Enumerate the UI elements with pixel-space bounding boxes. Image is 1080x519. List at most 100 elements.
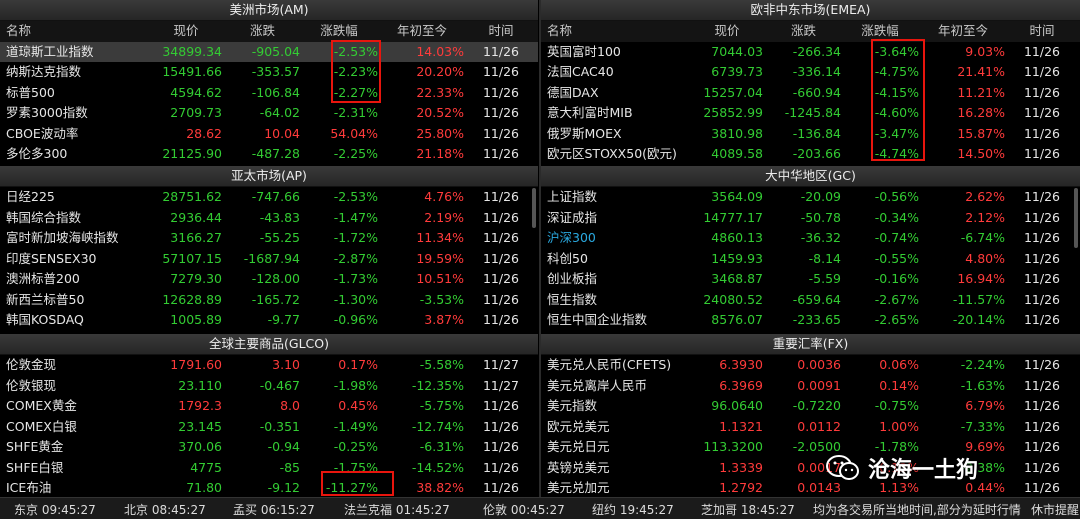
table-row[interactable]: 富时新加坡海峡指数 3166.27 -55.25 -1.72% 11.34% 11/26	[0, 228, 538, 249]
table-row[interactable]: 美元兑加元 1.2792 0.0143 1.13% 0.44% 11/26	[541, 478, 1080, 496]
cell-time: 11/26	[482, 189, 520, 204]
table-row[interactable]: 标普500 4594.62 -106.84 -2.27% 22.33% 11/26	[0, 83, 538, 104]
cell-name: 新西兰标普50	[6, 291, 85, 307]
cell-name: SHFE白银	[6, 459, 64, 475]
status-note: 均为各交易所当地时间,部分为延时行情	[813, 503, 1021, 517]
column-header-chg[interactable]: 涨跌	[225, 21, 300, 42]
cell-price: 4775	[190, 459, 222, 475]
table-row[interactable]: 创业板指 3468.87 -5.59 -0.16% 16.94% 11/26	[541, 269, 1080, 290]
panel-title: 重要汇率(FX)	[541, 334, 1080, 355]
market-closed-link[interactable]: 休市提醒	[1031, 501, 1079, 518]
column-header-time[interactable]: 时间	[1009, 21, 1075, 42]
column-header-price[interactable]: 现价	[150, 21, 222, 42]
table-row[interactable]: 上证指数 3564.09 -20.09 -0.56% 2.62% 11/26	[541, 187, 1080, 208]
column-header-ytd[interactable]: 年初至今	[921, 21, 1005, 42]
cell-price: 23.110	[178, 377, 222, 393]
table-row[interactable]: 印度SENSEX30 57107.15 -1687.94 -2.87% 19.59% 11…	[0, 249, 538, 270]
cell-ytd: -5.58%	[419, 357, 464, 372]
cell-time: 11/26	[1023, 439, 1061, 454]
table-row[interactable]: SHFE白银 4775 -85 -1.75% -14.52% 11/26	[0, 458, 538, 479]
cell-name: 德国DAX	[547, 84, 599, 100]
cell-ytd: 2.62%	[965, 189, 1005, 204]
cell-name: 恒生中国企业指数	[547, 312, 648, 327]
table-row[interactable]: 美元兑离岸人民币 6.3969 0.0091 0.14% -1.63% 11/26	[541, 376, 1080, 397]
column-header-price[interactable]: 现价	[691, 21, 763, 42]
cell-ytd: 14.03%	[416, 43, 464, 59]
table-row[interactable]: 美元指数 96.0640 -0.7220 -0.75% 6.79% 11/26	[541, 396, 1080, 417]
table-row[interactable]: 深证成指 14777.17 -50.78 -0.34% 2.12% 11/26	[541, 208, 1080, 229]
cell-pct: -0.34%	[874, 209, 919, 225]
panel-title: 大中华地区(GC)	[541, 166, 1080, 187]
column-header-name[interactable]: 名称	[547, 21, 697, 42]
scrollbar[interactable]	[532, 188, 536, 228]
column-header-time[interactable]: 时间	[468, 21, 534, 42]
table-row[interactable]: COMEX黄金 1792.3 8.0 0.45% -5.75% 11/26	[0, 396, 538, 417]
table-row[interactable]: 欧元兑美元 1.1321 0.0112 1.00% -7.33% 11/26	[541, 417, 1080, 438]
cell-time: 11/26	[1023, 189, 1061, 204]
column-header-row: 名称 现价 涨跌 涨跌幅 年初至今 时间	[0, 21, 538, 42]
cell-chg: -165.72	[251, 291, 300, 307]
cell-chg: -353.57	[251, 64, 300, 79]
cell-time: 11/26	[482, 209, 520, 225]
cell-price: 23.145	[178, 418, 222, 434]
cell-pct: -2.53%	[333, 189, 378, 204]
table-row[interactable]: 俄罗斯MOEX 3810.98 -136.84 -3.47% 15.87% 11/26	[541, 124, 1080, 145]
panel-ap: 亚太市场(AP) 日经225 28751.62 -747.66 -2.53% 4.76%…	[0, 166, 538, 332]
table-row[interactable]: 科创50 1459.93 -8.14 -0.55% 4.80% 11/26	[541, 249, 1080, 270]
table-row[interactable]: 韩国KOSDAQ 1005.89 -9.77 -0.96% 3.87% 11/26	[0, 310, 538, 331]
table-row[interactable]: 恒生指数 24080.52 -659.64 -2.67% -11.57% 11/26	[541, 290, 1080, 311]
column-header-row: 名称 现价 涨跌 涨跌幅 年初至今 时间	[541, 21, 1080, 42]
table-row[interactable]: 恒生中国企业指数 8576.07 -233.65 -2.65% -20.14% 11/26	[541, 310, 1080, 331]
table-row[interactable]: COMEX白银 23.145 -0.351 -1.49% -12.74% 11/26	[0, 417, 538, 438]
cell-chg: 3.10	[272, 357, 300, 372]
table-row[interactable]: 伦敦金现 1791.60 3.10 0.17% -5.58% 11/27	[0, 355, 538, 376]
column-header-pct[interactable]: 涨跌幅	[300, 21, 378, 42]
table-row[interactable]: 日经225 28751.62 -747.66 -2.53% 4.76% 11/26	[0, 187, 538, 208]
table-row[interactable]: CBOE波动率 28.62 10.04 54.04% 25.80% 11/26	[0, 124, 538, 145]
table-row[interactable]: 法国CAC40 6739.73 -336.14 -4.75% 21.41% 11/26	[541, 62, 1080, 83]
cell-price: 12628.89	[162, 291, 222, 307]
table-row[interactable]: SHFE黄金 370.06 -0.94 -0.25% -6.31% 11/26	[0, 437, 538, 458]
table-row[interactable]: 美元兑人民币(CFETS) 6.3930 0.0036 0.06% -2.24% 11/2…	[541, 355, 1080, 376]
cell-ytd: 20.52%	[416, 105, 464, 120]
table-row[interactable]: 美元兑日元 113.3200 -2.0500 -1.78% 9.69% 11/26	[541, 437, 1080, 458]
cell-chg: -43.83	[259, 209, 300, 225]
cell-ytd: -5.75%	[419, 398, 464, 413]
cell-price: 2936.44	[170, 209, 222, 225]
cell-ytd: -1.63%	[960, 377, 1005, 393]
cell-time: 11/26	[1023, 377, 1061, 393]
table-row[interactable]: 英国富时100 7044.03 -266.34 -3.64% 9.03% 11/26	[541, 42, 1080, 63]
cell-chg: -233.65	[792, 312, 841, 327]
cell-pct: -1.47%	[333, 209, 378, 225]
table-row[interactable]: 多伦多300 21125.90 -487.28 -2.25% 21.18% 11/26	[0, 144, 538, 164]
column-header-ytd[interactable]: 年初至今	[380, 21, 464, 42]
table-row[interactable]: 韩国综合指数 2936.44 -43.83 -1.47% 2.19% 11/26	[0, 208, 538, 229]
cell-price: 3468.87	[711, 271, 763, 286]
table-row[interactable]: 道琼斯工业指数 34899.34 -905.04 -2.53% 14.03% 11/26	[0, 41, 538, 62]
cell-ytd: 2.19%	[424, 209, 464, 225]
table-row[interactable]: 澳洲标普200 7279.30 -128.00 -1.73% 10.51% 11/26	[0, 269, 538, 290]
cell-name: SHFE黄金	[6, 439, 64, 454]
cell-time: 11/26	[1023, 146, 1061, 161]
column-header-chg[interactable]: 涨跌	[766, 21, 841, 42]
table-row[interactable]: 伦敦银现 23.110 -0.467 -1.98% -12.35% 11/27	[0, 376, 538, 397]
cell-name: 俄罗斯MOEX	[547, 125, 622, 141]
cell-ytd: 20.20%	[416, 64, 464, 79]
table-row[interactable]: 英镑兑美元 1.3339 0.0017 0.13% -2.38% 11/26	[541, 458, 1080, 479]
table-row[interactable]: ICE布油 71.80 -9.12 -11.27% 38.82% 11/26	[0, 478, 538, 496]
table-row[interactable]: 欧元区STOXX50(欧元) 4089.58 -203.66 -4.74% 14.50%…	[541, 144, 1080, 164]
cell-name: 恒生指数	[547, 291, 598, 307]
clock-tokyo: 东京 09:45:27	[14, 503, 96, 517]
scrollbar[interactable]	[1074, 188, 1078, 248]
cell-time: 11/26	[1023, 64, 1061, 79]
cell-ytd: 6.79%	[965, 398, 1005, 413]
table-row[interactable]: 沪深300 4860.13 -36.32 -0.74% -6.74% 11/26	[541, 228, 1080, 249]
cell-ytd: 22.33%	[416, 84, 464, 100]
table-row[interactable]: 意大利富时MIB 25852.99 -1245.84 -4.60% 16.28% 11/2…	[541, 103, 1080, 124]
column-header-name[interactable]: 名称	[6, 21, 156, 42]
table-row[interactable]: 德国DAX 15257.04 -660.94 -4.15% 11.21% 11/26	[541, 83, 1080, 104]
table-row[interactable]: 新西兰标普50 12628.89 -165.72 -1.30% -3.53% 11/26	[0, 290, 538, 311]
table-row[interactable]: 罗素3000指数 2709.73 -64.02 -2.31% 20.52% 11/26	[0, 103, 538, 124]
table-row[interactable]: 纳斯达克指数 15491.66 -353.57 -2.23% 20.20% 11/26	[0, 62, 538, 83]
cell-price: 1459.93	[711, 250, 763, 266]
